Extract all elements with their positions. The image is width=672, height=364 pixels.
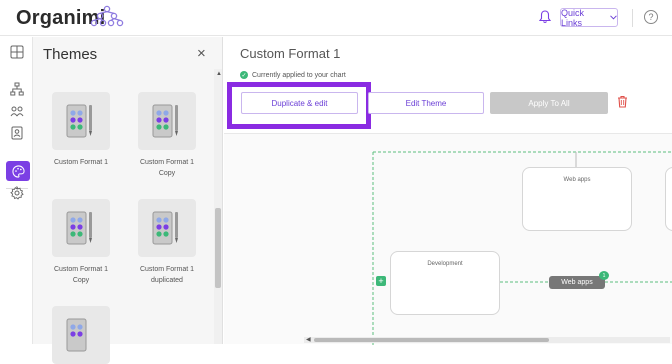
collapsed-node-pill[interactable]: Web apps	[549, 276, 605, 289]
palette-board-icon	[152, 211, 178, 245]
theme-palette-thumbnail	[52, 306, 110, 364]
themes-title: Themes	[43, 46, 98, 63]
theme-title: Custom Format 1	[240, 46, 341, 61]
applied-status-text: Currently applied to your chart	[252, 71, 346, 79]
add-node-button[interactable]: +	[376, 276, 386, 286]
trash-icon[interactable]	[617, 95, 628, 108]
scroll-left-arrow-icon[interactable]: ◀	[306, 336, 311, 343]
theme-tile[interactable]: Custom Format 1	[36, 92, 126, 168]
theme-tile-label: Custom Format 1 duplicated	[139, 266, 195, 284]
bell-icon[interactable]	[539, 10, 551, 24]
palette-board-icon	[66, 211, 92, 245]
left-rail	[0, 37, 33, 344]
theme-palette-thumbnail	[138, 199, 196, 257]
palette-board-icon	[66, 104, 92, 138]
apply-to-all-button[interactable]: Apply To All	[490, 92, 608, 114]
theme-tile[interactable]: Custom Format 1 duplicated	[122, 199, 212, 286]
highlight-box	[227, 82, 371, 129]
close-icon[interactable]: ×	[197, 46, 206, 61]
theme-palette-thumbnail	[52, 199, 110, 257]
edit-theme-button[interactable]: Edit Theme	[368, 92, 484, 114]
theme-palette-thumbnail	[52, 92, 110, 150]
check-circle-icon: ✓	[240, 71, 248, 79]
count-badge: 1	[599, 271, 609, 280]
logo-icon	[90, 5, 124, 27]
grid-icon[interactable]	[10, 45, 24, 59]
canvas-scrollbar-thumb[interactable]	[314, 338, 549, 342]
top-bar: Organimi Quick Links ?	[0, 0, 672, 36]
chart-node[interactable]: Web apps	[522, 167, 632, 231]
theme-tile-label: Custom Format 1 Copy	[53, 266, 109, 284]
topbar-divider	[632, 9, 633, 27]
quick-links-label: Quick Links	[561, 7, 585, 28]
people-icon[interactable]	[10, 104, 24, 118]
theme-tile-label: Custom Format 1 Copy	[139, 159, 195, 177]
node-label: Web apps	[563, 177, 591, 183]
scroll-up-arrow-icon[interactable]: ▲	[216, 71, 222, 77]
palette-board-icon	[152, 104, 178, 138]
node-label: Development	[427, 261, 463, 267]
theme-tile[interactable]: Custom Format 1 Copy	[36, 199, 126, 286]
themes-panel: Themes × ▲ Custom Format 1 Custom Format…	[33, 37, 223, 364]
main-area: Custom Format 1 ✓ Currently applied to y…	[224, 37, 672, 345]
palette-button[interactable]	[6, 161, 30, 181]
palette-icon	[11, 164, 25, 178]
help-icon[interactable]: ?	[644, 10, 658, 24]
theme-palette-thumbnail	[138, 92, 196, 150]
applied-status: ✓ Currently applied to your chart	[240, 71, 346, 79]
chart-node-partial[interactable]	[665, 167, 672, 231]
chevron-down-icon	[610, 15, 617, 20]
org-chart-icon[interactable]	[10, 82, 24, 96]
help-symbol: ?	[648, 12, 654, 22]
theme-tile-label: Custom Format 1	[53, 159, 109, 166]
themes-scrollbar-thumb[interactable]	[215, 208, 221, 288]
chart-node[interactable]: Development	[390, 251, 500, 315]
palette-board-icon	[66, 318, 87, 352]
gear-icon[interactable]	[10, 186, 24, 200]
theme-tile[interactable]: Custom Format 1 Copy	[122, 92, 212, 179]
theme-tile[interactable]	[36, 306, 126, 364]
chart-canvas[interactable]: Web apps Development + Web apps 1 ◀	[224, 133, 672, 345]
themes-scrollbar[interactable]	[214, 69, 222, 344]
quick-links-dropdown[interactable]: Quick Links	[560, 7, 618, 28]
contact-card-icon[interactable]	[10, 126, 24, 140]
